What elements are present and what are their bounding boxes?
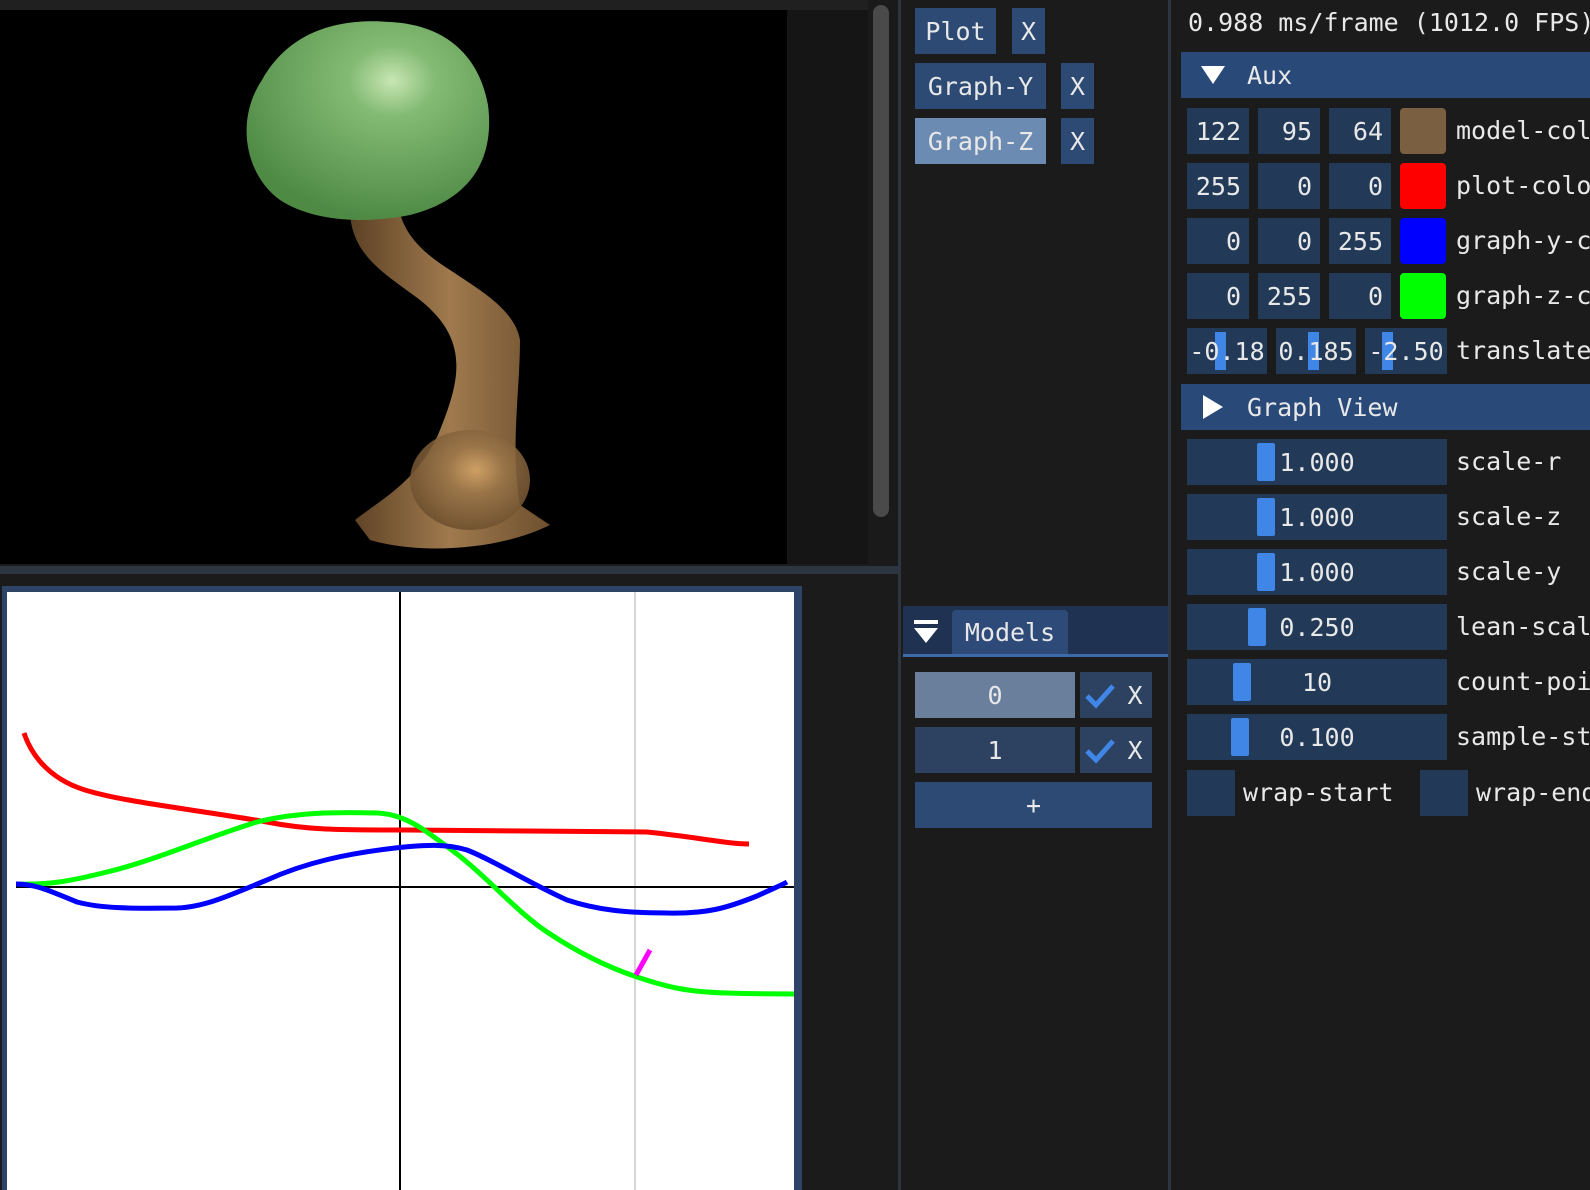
translate-x-value: -0.18 — [1189, 336, 1265, 366]
frame-time-text: 0.988 ms/frame (1012.0 FPS) — [1188, 8, 1590, 37]
wrap-start-label: wrap-start — [1243, 778, 1394, 807]
slider-value: 0.100 — [1279, 722, 1355, 752]
model-color-label: model-color — [1456, 116, 1590, 145]
plus-icon: + — [1025, 790, 1042, 820]
slider-value: 1.000 — [1279, 447, 1355, 477]
graph-y-color-b[interactable]: 255 — [1329, 218, 1391, 264]
close-icon: X — [1127, 735, 1143, 765]
slider-label: sample-step — [1456, 722, 1590, 751]
translate-z-field[interactable]: -2.50 — [1365, 328, 1447, 374]
graph-view-section-header[interactable]: Graph View — [1181, 384, 1590, 430]
model-item-0[interactable]: 0 — [915, 672, 1075, 718]
model-item-1[interactable]: 1 — [915, 727, 1075, 773]
slider-label: scale-z — [1456, 502, 1562, 531]
collapse-triangle-icon[interactable] — [913, 620, 939, 644]
plot-tab-label: Graph-Y — [927, 71, 1034, 101]
checkmark-icon — [1085, 684, 1115, 709]
column-divider-right[interactable] — [1168, 0, 1171, 1190]
graph-z-color-g[interactable]: 255 — [1258, 273, 1320, 319]
models-tab-label: Models — [964, 617, 1056, 647]
viewport-title-strip — [0, 0, 868, 10]
column-divider-left[interactable] — [898, 0, 901, 1190]
plot-color-swatch[interactable] — [1400, 163, 1446, 209]
model-remove-button-0[interactable]: X — [1118, 672, 1152, 718]
graph-plot[interactable] — [7, 592, 794, 1190]
graph-z-color-b[interactable]: 0 — [1329, 273, 1391, 319]
close-icon: X — [1127, 680, 1143, 710]
plot-tab-label: Graph-Z — [927, 126, 1034, 156]
plot-tab-graph-z[interactable]: Graph-Z — [915, 118, 1046, 164]
models-tab[interactable]: Models — [952, 610, 1068, 654]
models-header-underline — [903, 654, 1168, 657]
slider-value: 0.250 — [1279, 612, 1355, 642]
model-visible-toggle-0[interactable] — [1080, 672, 1120, 718]
slider-value: 1.000 — [1279, 502, 1355, 532]
scrollbar-thumb[interactable] — [873, 5, 889, 517]
slider-count-points[interactable]: 10 — [1187, 659, 1447, 705]
slider-label: scale-y — [1456, 557, 1562, 586]
tree-model-render — [246, 21, 550, 549]
aux-section-title: Aux — [1247, 60, 1293, 90]
slider-label: lean-scale — [1456, 612, 1590, 641]
translate-y-field[interactable]: 0.185 — [1276, 328, 1356, 374]
slider-scale-z[interactable]: 1.000 — [1187, 494, 1447, 540]
translate-y-value: 0.185 — [1278, 336, 1354, 366]
plot-tab-close-button[interactable]: X — [1012, 8, 1045, 54]
aux-section-header[interactable]: Aux — [1181, 52, 1590, 98]
plot-tab-plot[interactable]: Plot — [915, 8, 996, 54]
plot-color-b[interactable]: 0 — [1329, 163, 1391, 209]
expanded-triangle-icon — [1201, 66, 1225, 84]
viewport-margin — [787, 10, 868, 564]
close-icon: X — [1069, 71, 1086, 101]
close-icon: X — [1020, 16, 1037, 46]
model-visible-toggle-1[interactable] — [1080, 727, 1120, 773]
slider-value: 10 — [1301, 667, 1333, 697]
graph-z-color-swatch[interactable] — [1400, 273, 1446, 319]
model-color-b[interactable]: 64 — [1329, 108, 1391, 154]
graph-z-color-label: graph-z-color — [1456, 281, 1590, 310]
translate-label: translate — [1456, 336, 1590, 365]
plot-color-label: plot-color — [1456, 171, 1590, 200]
collapsed-triangle-icon — [1203, 395, 1223, 419]
graph-z-color-r[interactable]: 0 — [1187, 273, 1249, 319]
plot-color-r[interactable]: 255 — [1187, 163, 1249, 209]
model-remove-button-1[interactable]: X — [1118, 727, 1152, 773]
model-item-label: 1 — [987, 735, 1003, 765]
model-color-r[interactable]: 122 — [1187, 108, 1249, 154]
translate-z-value: -2.50 — [1368, 336, 1444, 366]
graph-y-color-label: graph-y-color — [1456, 226, 1590, 255]
panel-splitter[interactable] — [0, 566, 898, 574]
graph-y-color-g[interactable]: 0 — [1258, 218, 1320, 264]
graph-y-close-button[interactable]: X — [1061, 63, 1094, 109]
model-item-label: 0 — [987, 680, 1003, 710]
slider-label: count-points — [1456, 667, 1590, 696]
wrap-start-checkbox[interactable] — [1187, 770, 1235, 816]
3d-viewport[interactable] — [0, 10, 787, 564]
plot-tab-label: Plot — [925, 16, 986, 46]
wrap-end-checkbox[interactable] — [1420, 770, 1468, 816]
slider-value: 1.000 — [1279, 557, 1355, 587]
slider-scale-r[interactable]: 1.000 — [1187, 439, 1447, 485]
checkmark-icon — [1085, 739, 1115, 764]
wrap-end-label: wrap-end — [1476, 778, 1590, 807]
model-color-g[interactable]: 95 — [1258, 108, 1320, 154]
graph-view-section-title: Graph View — [1247, 392, 1398, 422]
translate-x-field[interactable]: -0.18 — [1187, 328, 1267, 374]
add-model-button[interactable]: + — [915, 782, 1152, 828]
graph-z-close-button[interactable]: X — [1061, 118, 1094, 164]
model-color-swatch[interactable] — [1400, 108, 1446, 154]
slider-label: scale-r — [1456, 447, 1562, 476]
graph-y-color-r[interactable]: 0 — [1187, 218, 1249, 264]
slider-sample-step[interactable]: 0.100 — [1187, 714, 1447, 760]
slider-lean-scale[interactable]: 0.250 — [1187, 604, 1447, 650]
slider-scale-y[interactable]: 1.000 — [1187, 549, 1447, 595]
graph-y-color-swatch[interactable] — [1400, 218, 1446, 264]
plot-color-g[interactable]: 0 — [1258, 163, 1320, 209]
close-icon: X — [1069, 126, 1086, 156]
plot-tab-graph-y[interactable]: Graph-Y — [915, 63, 1046, 109]
